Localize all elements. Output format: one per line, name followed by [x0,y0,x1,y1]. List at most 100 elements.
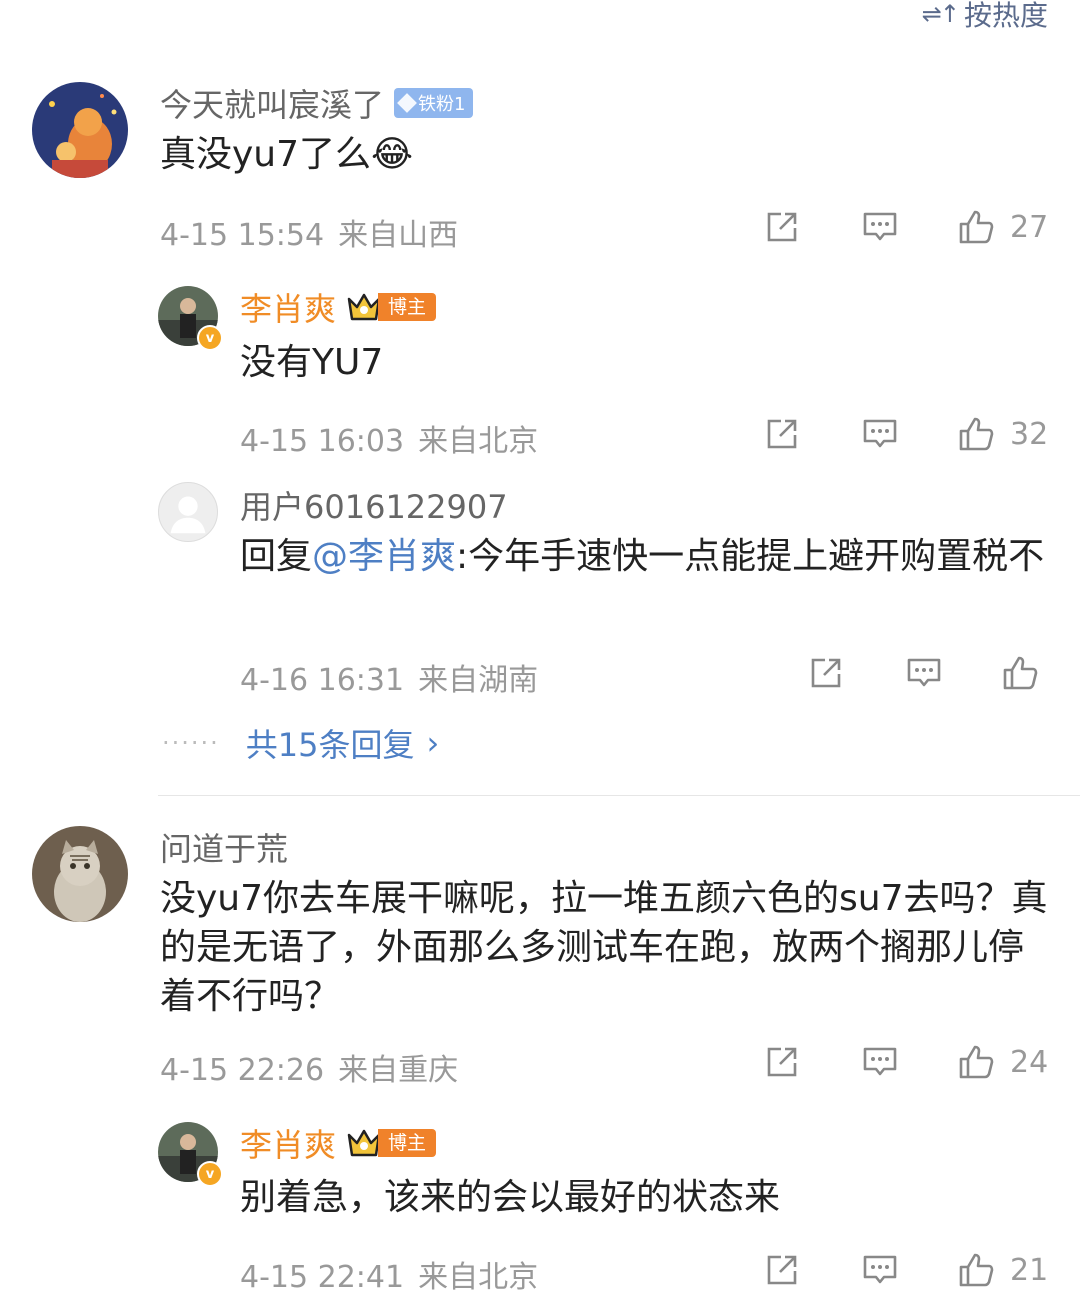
comment-location: 来自重庆 [338,1053,459,1088]
host-badge: 博主 [346,292,437,322]
avatar[interactable] [32,826,128,922]
like-button[interactable] [956,1042,996,1082]
dots-icon: ······ [162,729,220,757]
reply-actions: 21 [762,1250,1048,1290]
like-button[interactable] [1000,653,1040,693]
share-button[interactable] [762,414,802,454]
reply-meta: 4-15 22:41 来自北京 [240,1252,538,1296]
default-avatar-icon [170,496,206,534]
reply-username[interactable]: 用户6016122907 [240,482,508,528]
avatar[interactable] [158,482,218,542]
sort-icon: ⇌↑ [921,0,960,28]
avatar[interactable] [32,82,128,178]
comment-text: 没yu7你去车展干嘛呢，拉一堆五颜六色的su7去吗？真的是无语了，外面那么多测试… [160,878,1048,1017]
laugh-cry-emoji: 😂 [371,134,414,175]
comment-icon [863,1255,897,1284]
comment-button[interactable] [860,1250,900,1290]
reply-actions: 32 [762,414,1048,454]
more-replies-link[interactable]: 共15条回复 › [246,720,440,766]
avatar-image [32,82,128,178]
like-count: 24 [1010,1044,1049,1080]
reply-location: 来自北京 [418,424,539,459]
host-badge: 博主 [346,1128,437,1158]
thumbs-up-icon [959,1045,994,1079]
reply-meta: 4-15 16:03 来自北京 [240,416,538,460]
comment-button[interactable] [904,653,944,693]
comment-button[interactable] [860,414,900,454]
reply-body: :今年手速快一点能提上避开购置税不 [456,536,1045,577]
comment-button[interactable] [860,1042,900,1082]
share-icon [767,1255,797,1285]
thumbs-up-icon [959,210,994,244]
crown-icon [347,293,381,321]
thumbs-up-icon [959,1253,994,1287]
share-icon [811,658,841,688]
diamond-icon [397,93,417,113]
sort-toggle[interactable]: ⇌↑ 按热度 [922,0,1048,34]
reply-username[interactable]: 李肖爽 博主 [240,284,437,330]
reply-username[interactable]: 李肖爽 博主 [240,1120,437,1166]
reply-date: 4-15 16:03 [240,424,405,459]
more-replies-label: 共15条回复 [245,726,415,764]
comment-location: 来自山西 [338,218,459,253]
thumbs-up-icon [959,417,994,451]
more-replies-row: ······ 共15条回复 › [162,720,439,766]
crown-icon [347,1129,381,1157]
reply-text: 别着急，该来的会以最好的状态来 [240,1177,781,1218]
comment-icon [863,419,897,448]
verified-icon: v [197,325,223,351]
like-count: 21 [1010,1252,1049,1288]
divider [158,795,1080,796]
reply-text: 没有YU7 [240,342,384,383]
reply-location: 来自北京 [418,1260,539,1295]
username-text: 李肖爽 [240,290,337,328]
comment-meta: 4-15 22:26 来自重庆 [160,1045,458,1089]
verified-icon: v [197,1161,223,1187]
like-count: 32 [1010,416,1049,452]
share-icon [767,1047,797,1077]
username-text: 用户6016122907 [240,488,508,526]
reply-prefix: 回复 [240,536,313,577]
share-icon [767,419,797,449]
share-button[interactable] [762,1250,802,1290]
comment-icon [863,1047,897,1076]
reply-location: 来自湖南 [418,663,539,698]
sort-label: 按热度 [963,0,1048,32]
share-button[interactable] [806,653,846,693]
comment-actions: 27 [762,207,1048,247]
username-text: 问道于荒 [160,830,289,868]
avatar-image [32,826,128,922]
comment-date: 4-15 22:26 [160,1053,325,1088]
host-badge-label: 博主 [378,293,437,321]
comment-icon [907,658,941,687]
thumbs-up-icon [1003,656,1038,690]
comment-actions: 24 [762,1042,1048,1082]
comment-username[interactable]: 今天就叫宸溪了 铁粉1 [160,80,474,126]
like-button[interactable] [956,414,996,454]
username-text: 今天就叫宸溪了 [160,86,385,124]
reply-meta: 4-16 16:31 来自湖南 [240,655,538,699]
reply-date: 4-15 22:41 [240,1260,405,1295]
comment-icon [863,212,897,241]
username-text: 李肖爽 [240,1126,337,1164]
comment-button[interactable] [860,207,900,247]
share-icon [767,212,797,242]
share-button[interactable] [762,1042,802,1082]
comment-username[interactable]: 问道于荒 [160,824,288,870]
reply-text: 回复@李肖爽:今年手速快一点能提上避开购置税不 [240,532,1052,581]
reply-actions [806,653,1040,693]
fan-badge-label: 铁粉1 [418,94,466,115]
like-button[interactable] [956,207,996,247]
reply-date: 4-16 16:31 [240,663,405,698]
like-count: 27 [1010,209,1049,245]
fan-badge: 铁粉1 [394,88,474,118]
mention-link[interactable]: @李肖爽 [312,536,456,577]
comment-text: 真没yu7了么😂 [160,130,413,179]
comment-meta: 4-15 15:54 来自山西 [160,210,458,254]
chevron-right-icon: › [426,724,440,762]
like-button[interactable] [956,1250,996,1290]
share-button[interactable] [762,207,802,247]
comment-date: 4-15 15:54 [160,218,325,253]
host-badge-label: 博主 [378,1129,437,1157]
comment-body: 真没yu7了么 [160,134,372,175]
